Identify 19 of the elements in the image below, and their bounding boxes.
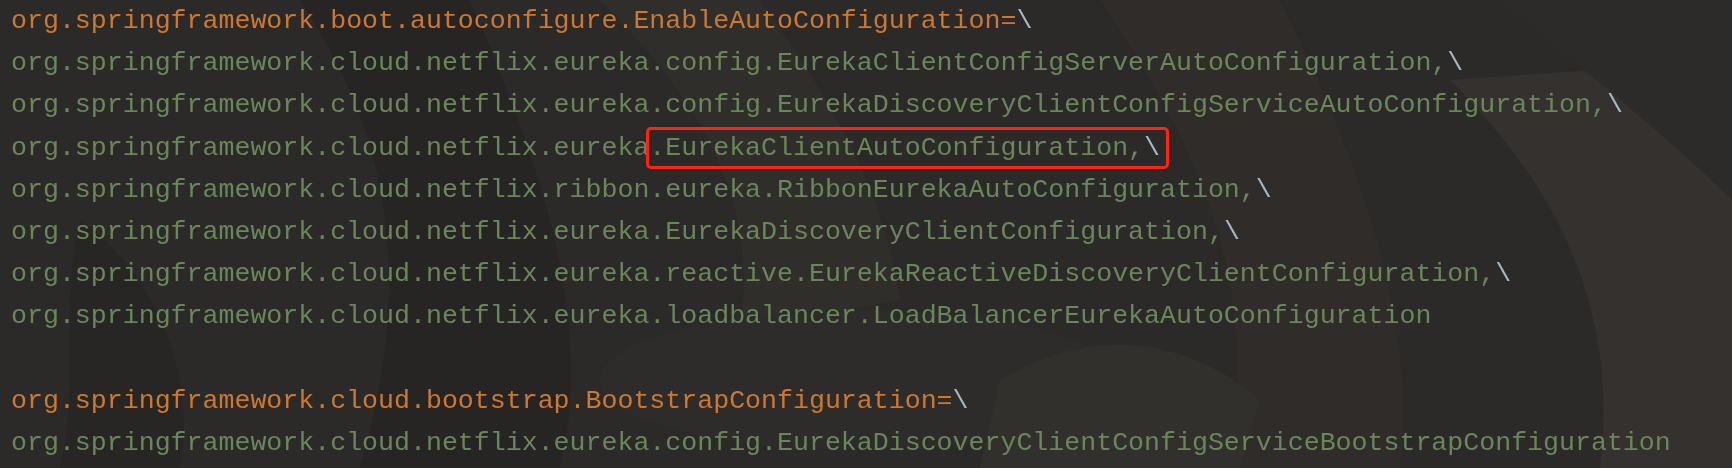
code-text: org.springframework.cloud.netflix.eureka.config.EurekaClientConfigServerAutoConfiguration, bbox=[11, 47, 1448, 81]
code-text: .EurekaClientAutoConfiguration, bbox=[649, 131, 1145, 165]
code-text: org.springframework.cloud.netflix.eureka.reactive.EurekaReactiveDiscoveryClientConfiguration, bbox=[11, 258, 1496, 292]
code-text: org.springframework.cloud.netflix.eureka.EurekaDiscoveryClientConfiguration, bbox=[11, 215, 1224, 249]
code-text: org.springframework.cloud.netflix.ribbon.eureka.RibbonEurekaAutoConfiguration, bbox=[11, 173, 1256, 207]
line-continuation: \ bbox=[1016, 5, 1033, 38]
code-text: org.springframework.cloud.netflix.eureka.config.EurekaDiscoveryClientConfigServiceAutoConfiguration, bbox=[11, 89, 1607, 123]
line-continuation: \ bbox=[1223, 215, 1240, 249]
code-text: org.springframework.cloud.netflix.eureka.config.EurekaDiscoveryClientConfigServiceBootstrapConfiguration bbox=[11, 426, 1671, 460]
code-text: org.springframework.cloud.netflix.eureka.loadbalancer.LoadBalancerEurekaAutoConfiguration bbox=[11, 300, 1432, 334]
line-continuation: \ bbox=[1606, 89, 1623, 123]
line-continuation: \ bbox=[952, 384, 969, 418]
line-continuation: \ bbox=[1495, 258, 1512, 292]
code-text: org.springframework.boot.autoconfigure.EnableAutoConfiguration= bbox=[11, 5, 1017, 38]
code-text: org.springframework.cloud.netflix.eureka bbox=[11, 131, 650, 165]
line-continuation: \ bbox=[1255, 173, 1272, 207]
code-text: org.springframework.cloud.bootstrap.BootstrapConfiguration= bbox=[11, 384, 953, 418]
line-continuation: \ bbox=[1447, 47, 1464, 81]
line-continuation: \ bbox=[1144, 131, 1161, 165]
